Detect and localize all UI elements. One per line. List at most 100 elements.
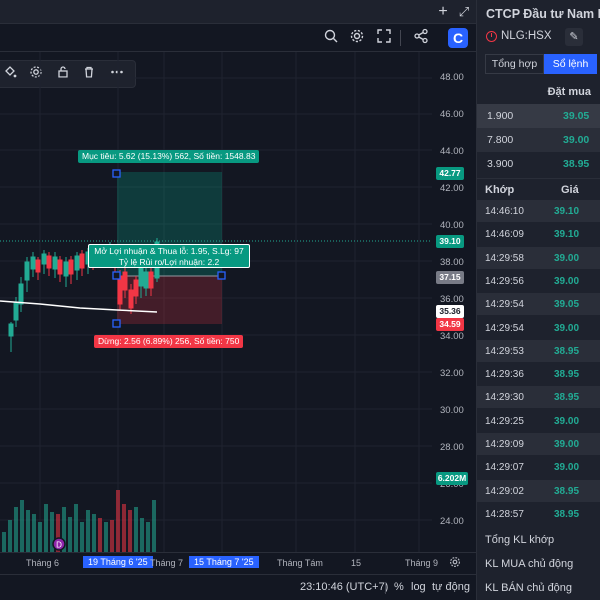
volume-tag: 6.202M [436,472,468,485]
match-row[interactable]: 14:29:02 38.95 [477,479,600,502]
chart-toolbar: C [0,24,476,52]
add-icon[interactable]: + [434,3,452,21]
bid-volume: 3.900 [487,158,514,170]
price-tick: 34.00 [440,331,464,342]
match-row[interactable]: 14:29:53 38.95 [477,339,600,362]
company-name: CTCP Đầu tư Nam Lo [486,7,600,21]
match-price: 39.00 [554,415,580,427]
percent-toggle[interactable]: % [394,581,404,593]
active-sell-volume-link[interactable]: KL BÁN chủ động [485,582,572,594]
auto-toggle[interactable]: tự động [432,581,470,593]
price-tick: 28.00 [440,442,464,453]
symbol-text[interactable]: NLG:HSX [501,30,552,42]
match-time: 14:29:58 [485,252,524,264]
match-time: 14:29:36 [485,369,524,381]
match-row[interactable]: 14:29:54 39.05 [477,293,600,316]
match-time: 14:29:53 [485,345,524,357]
match-time: 14:46:10 [485,206,524,217]
match-price: 38.95 [554,369,580,381]
entry-handle [112,271,121,280]
match-row[interactable]: 14:29:30 38.95 [477,386,600,409]
target-label: Mục tiêu: 5.62 (15.13%) 562, Số tiền: 15… [78,150,260,163]
time-tick: 15 [351,558,362,568]
time-tick: Tháng 6 [26,558,60,568]
match-row[interactable]: 14:29:25 39.00 [477,409,600,432]
bid-column-header: Đặt mua [547,86,591,98]
time-highlight: 15 Tháng 7 '25 [189,556,259,568]
top-bar: + ⤢ [0,0,476,24]
match-row[interactable]: 14:46:10 39.10 [477,200,600,222]
time-axis[interactable]: Tháng 6 19 Tháng 6 '25 Tháng 7 15 Tháng … [0,552,476,574]
ma-price-tag: 35.36 [436,305,464,318]
match-time: 14:29:54 [485,322,524,334]
match-price: 38.95 [554,345,580,357]
match-row[interactable]: 14:46:09 39.10 [477,223,600,246]
match-row[interactable]: 14:29:54 39.00 [477,316,600,339]
total-matched-volume-link[interactable]: Tổng KL khớp [485,534,554,546]
price-tick: 48.00 [440,72,464,83]
price-tick: 42.00 [440,183,464,194]
match-row[interactable]: 14:29:09 39.00 [477,433,600,455]
price-tick: 30.00 [440,405,464,416]
fullscreen-icon[interactable]: ⤢ [455,3,473,21]
match-row[interactable]: 14:29:56 39.00 [477,269,600,292]
brand-logo-icon[interactable]: C [448,28,468,48]
magnify-icon[interactable] [321,28,341,48]
panel-tabs: Tổng hợp Sổ lệnh [485,54,597,74]
tab-order-book[interactable]: Sổ lệnh [544,54,597,74]
time-highlight: 19 Tháng 6 '25 [83,556,153,568]
target-price-tag: 42.77 [436,167,464,180]
orderbook-row[interactable]: 3.900 38.95 [477,152,600,176]
bid-volume: 7.800 [487,134,514,146]
bid-volume: 1.900 [487,110,514,122]
status-divider [385,582,386,594]
match-price: 38.95 [554,485,580,497]
log-toggle[interactable]: log [411,581,426,593]
time-tick: Tháng 7 [150,558,184,568]
match-row[interactable]: 14:29:07 39.00 [477,456,600,479]
match-time: 14:29:02 [485,485,524,497]
toolbar-divider [400,30,401,46]
width-handle [217,271,226,280]
match-price-header: Giá [561,184,579,196]
clock-icon [486,31,497,42]
entry-price-tag: 37.15 [436,271,464,284]
price-tick: 36.00 [440,294,464,305]
match-time: 14:29:30 [485,392,524,404]
active-buy-volume-link[interactable]: KL MUA chủ động [485,558,573,570]
ratio-line: Tỷ lệ Rủi ro/Lợi nhuận: 2.2 [118,256,220,267]
stop-label: Dừng: 2.56 (6.89%) 256, Số tiền: 750 [94,335,244,348]
price-tick: 40.00 [440,220,464,231]
match-row[interactable]: 14:28:57 38.95 [477,502,600,525]
share-icon[interactable] [411,28,431,48]
bid-price: 39.05 [563,110,590,122]
price-chart[interactable]: D [0,52,432,552]
match-time: 14:28:57 [485,508,524,520]
stop-price-tag: 34.59 [436,318,464,331]
match-price: 39.00 [554,462,580,474]
match-time: 14:29:07 [485,462,524,474]
time-settings-icon[interactable] [449,556,463,570]
match-time: 14:29:56 [485,275,524,287]
tab-overview[interactable]: Tổng hợp [485,54,544,74]
clock-readout: 23:10:46 (UTC+7) [300,581,389,593]
match-price: 39.00 [554,275,580,287]
target-handle [112,169,121,178]
match-row[interactable]: 14:29:58 39.00 [477,246,600,269]
fullscreen-frame-icon[interactable] [374,28,394,48]
orderbook-row[interactable]: 1.900 39.05 [477,104,600,128]
match-time: 14:46:09 [485,229,524,241]
orderbook-header: Đặt mua [477,82,600,102]
match-price: 39.00 [554,322,580,334]
pencil-icon[interactable]: ✎ [565,28,583,46]
gear-icon[interactable] [347,28,367,48]
orderbook-row[interactable]: 7.800 39.00 [477,128,600,152]
match-row[interactable]: 14:29:36 38.95 [477,363,600,386]
event-badge-letter: D [56,541,62,550]
match-price: 39.00 [554,439,580,450]
match-time: 14:29:09 [485,439,524,450]
match-price: 39.00 [554,252,580,264]
match-price: 38.95 [554,392,580,404]
price-tick: 24.00 [440,516,464,527]
time-tick: Tháng 9 [405,558,439,568]
